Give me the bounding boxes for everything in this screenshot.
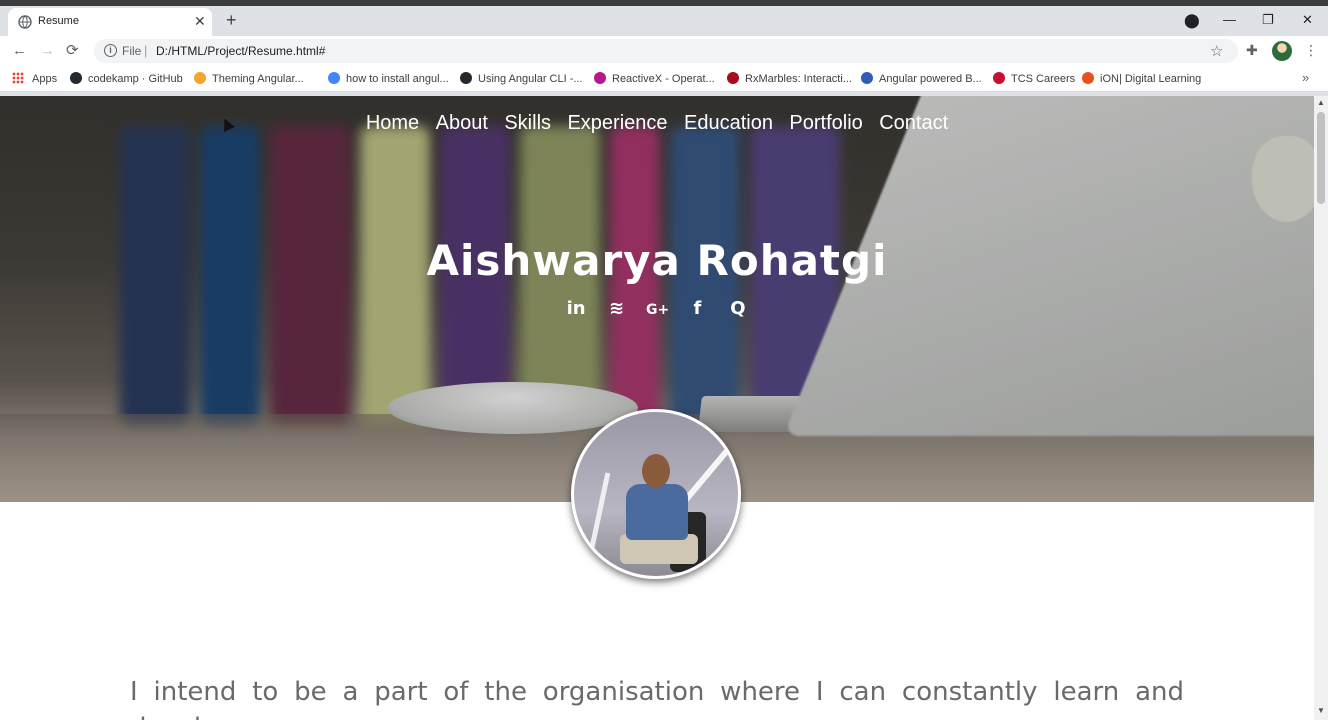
scroll-thumb[interactable]: [1317, 112, 1325, 204]
bookmark-angular-cli[interactable]: Using Angular CLI -...: [460, 72, 583, 85]
chrome-menu-icon[interactable]: ⋮: [1304, 41, 1318, 59]
nav-education[interactable]: Education: [684, 112, 773, 135]
nav-contact[interactable]: Contact: [879, 112, 948, 135]
bootstrap-icon: [861, 72, 873, 84]
page-viewport: Home About Skills Experience Education P…: [0, 96, 1314, 720]
photo-head: [642, 454, 670, 488]
bookmark-star-icon[interactable]: ☆: [1210, 42, 1223, 60]
quora-icon[interactable]: Q: [727, 298, 749, 319]
bookmark-ion[interactable]: iON| Digital Learning: [1082, 72, 1201, 85]
google-plus-icon[interactable]: G+: [646, 302, 669, 318]
restore-button[interactable]: ❐: [1262, 12, 1274, 28]
tab-title: Resume: [38, 15, 79, 27]
nav-portfolio[interactable]: Portfolio: [789, 112, 862, 135]
new-tab-button[interactable]: +: [226, 11, 237, 29]
url-separator: |: [144, 43, 148, 58]
back-button[interactable]: ←: [12, 42, 27, 60]
tab-resume[interactable]: Resume ✕: [8, 8, 212, 36]
forward-button[interactable]: →: [40, 42, 55, 60]
bookmark-install-angular[interactable]: how to install angul...: [328, 72, 449, 85]
bookmarks-bar: Apps codekamp · GitHub Theming Angular..…: [0, 66, 1328, 92]
nav-home[interactable]: Home: [366, 112, 419, 135]
nav-experience[interactable]: Experience: [567, 112, 667, 135]
browser-toolbar: ← → ⟳ i File | D:/HTML/Project/Resume.ht…: [0, 36, 1328, 66]
account-menu-icon[interactable]: ⬤: [1184, 12, 1200, 28]
bookmark-tcs-careers[interactable]: TCS Careers: [993, 72, 1075, 85]
tab-bar: Resume ✕ + ⬤ — ❐ ✕: [0, 6, 1328, 36]
info-icon[interactable]: i: [104, 44, 117, 57]
nav-skills[interactable]: Skills: [504, 112, 551, 135]
power-icon: [1082, 72, 1094, 84]
social-links: in ≋ G+ f Q: [0, 298, 1314, 319]
extensions-icon[interactable]: ✚: [1246, 42, 1258, 59]
bookmark-theming-angular[interactable]: Theming Angular...: [194, 72, 304, 85]
nav-about[interactable]: About: [436, 112, 488, 135]
facebook-icon[interactable]: f: [686, 298, 708, 319]
profile-name: Aishwarya Rohatgi: [426, 236, 888, 285]
stackoverflow-icon[interactable]: ≋: [606, 298, 628, 319]
reactivex-icon: [594, 72, 606, 84]
photo-light-streak: [586, 472, 611, 562]
page-scrollbar[interactable]: ▲ ▼: [1314, 96, 1328, 720]
github-icon: [460, 72, 472, 84]
google-icon: [328, 72, 340, 84]
address-bar[interactable]: i File | D:/HTML/Project/Resume.html# ☆: [94, 39, 1238, 63]
bookmarks-overflow-icon[interactable]: »: [1302, 70, 1309, 85]
profile-photo: [571, 409, 741, 579]
url-text[interactable]: D:/HTML/Project/Resume.html#: [156, 44, 325, 58]
bookmark-rxmarbles[interactable]: RxMarbles: Interacti...: [727, 72, 852, 85]
minimize-button[interactable]: —: [1223, 12, 1236, 28]
linkedin-icon[interactable]: in: [565, 298, 587, 319]
bookmark-codekamp[interactable]: codekamp · GitHub: [70, 72, 183, 85]
reload-button[interactable]: ⟳: [66, 42, 79, 60]
close-window-button[interactable]: ✕: [1302, 12, 1313, 28]
apps-grid-icon: [12, 72, 24, 84]
tcs-icon: [993, 72, 1005, 84]
main-nav: Home About Skills Experience Education P…: [0, 112, 1314, 135]
photo-shirt: [626, 484, 688, 540]
globe-icon: [18, 15, 32, 29]
intro-text: I intend to be a part of the organisatio…: [130, 677, 1184, 720]
profile-avatar[interactable]: [1272, 41, 1292, 61]
shield-icon: [194, 72, 206, 84]
marble-icon: [727, 72, 739, 84]
bookmark-reactivex[interactable]: ReactiveX - Operat...: [594, 72, 715, 85]
bookmark-apps[interactable]: Apps: [12, 72, 57, 85]
scroll-down-icon[interactable]: ▼: [1317, 706, 1325, 715]
tab-close-icon[interactable]: ✕: [194, 13, 206, 29]
bookmark-angular-powered[interactable]: Angular powered B...: [861, 72, 982, 85]
scroll-up-icon[interactable]: ▲: [1317, 98, 1325, 107]
url-scheme: File: [122, 44, 142, 58]
github-icon: [70, 72, 82, 84]
